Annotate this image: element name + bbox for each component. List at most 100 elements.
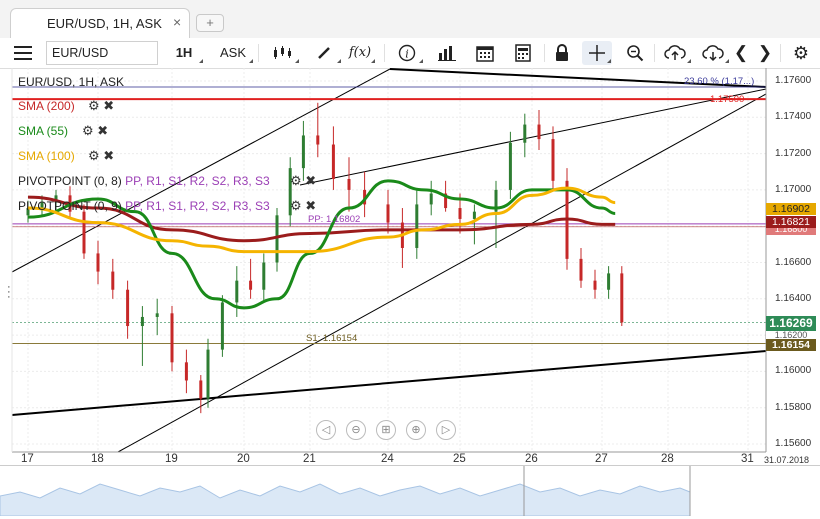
instrument-legend: EUR/USD, 1H, ASK — [18, 75, 125, 89]
s1-price-box: 1.16154 — [766, 339, 816, 351]
navigator-panel[interactable] — [0, 465, 820, 517]
zoom-icon[interactable] — [620, 41, 650, 65]
chart-tab[interactable]: EUR/USD, 1H, ASK × — [10, 8, 190, 38]
pivot8-legend[interactable]: PIVOTPOINT (0, 8) PP, R1, S1, R2, S2, R3… — [18, 174, 270, 188]
sma100-legend[interactable]: SMA (100) — [18, 149, 75, 163]
candle-body — [220, 302, 224, 350]
upload-icon[interactable] — [658, 41, 692, 65]
bar-chart-icon[interactable] — [432, 41, 462, 65]
candles — [26, 102, 624, 414]
navigator-area — [0, 483, 691, 517]
new-tab-button[interactable]: + — [196, 14, 224, 32]
settings-icon[interactable]: ⚙ — [290, 198, 302, 213]
candle-type-icon[interactable] — [264, 41, 300, 65]
remove-icon[interactable]: ✖ — [103, 148, 114, 163]
candle-body — [386, 204, 390, 223]
scroll-left-button[interactable]: ◁ — [316, 420, 336, 440]
candle-body — [155, 313, 159, 317]
timeframe-label: 1H — [175, 45, 193, 60]
candle-body — [199, 380, 203, 399]
candle-body — [301, 135, 305, 169]
x-axis-tick: 26 — [525, 453, 538, 465]
x-axis-tick: 20 — [237, 453, 250, 465]
remove-icon[interactable]: ✖ — [103, 98, 114, 113]
candle-body — [579, 258, 583, 281]
toolbar: EUR/USD 1H ASK f(x) i ❮ ❯ ⚙ — [0, 38, 820, 69]
calendar-icon[interactable] — [470, 41, 500, 65]
y-axis-tick: 1.15600 — [775, 438, 812, 449]
price-chart[interactable] — [0, 68, 820, 465]
symbol-input[interactable]: EUR/USD — [46, 41, 158, 65]
sma55-legend[interactable]: SMA (55) — [18, 124, 68, 138]
settings-icon[interactable]: ⚙ — [788, 41, 814, 65]
y-axis-tick: 1.17000 — [775, 183, 812, 195]
sma100-controls: ⚙ ✖ — [88, 148, 114, 164]
candle-body — [82, 211, 86, 254]
candle-body — [472, 211, 476, 219]
candle-body — [508, 142, 512, 190]
prev-icon[interactable]: ❮ — [732, 41, 750, 65]
candle-body — [206, 349, 210, 399]
x-axis-tick: 31 — [741, 453, 754, 465]
zoom-out-button[interactable]: ⊖ — [346, 420, 366, 440]
candle-body — [184, 362, 188, 381]
candle-body — [607, 273, 611, 290]
candle-body — [249, 280, 253, 290]
candle-body — [347, 179, 351, 190]
report-icon[interactable] — [508, 41, 538, 65]
y-axis-tick: 1.15800 — [775, 401, 812, 413]
channel-line-top — [299, 88, 767, 186]
settings-icon[interactable]: ⚙ — [88, 98, 100, 113]
close-tab-icon[interactable]: × — [173, 14, 181, 30]
drag-handle-icon[interactable]: · · · — [7, 282, 11, 303]
timeframe-select[interactable]: 1H — [164, 41, 204, 65]
scroll-right-button[interactable]: ▷ — [436, 420, 456, 440]
trend-lines — [11, 68, 767, 453]
trendline-lower-black — [11, 350, 767, 416]
info-icon[interactable]: i — [390, 41, 424, 65]
x-axis-tick: 19 — [165, 453, 178, 465]
y-axis-tick: 1.16000 — [775, 365, 812, 377]
download-icon[interactable] — [696, 41, 730, 65]
candle-body — [429, 193, 433, 205]
pivot9-levels: PP, R1, S1, R2, S2, R3, S3 — [125, 199, 270, 213]
next-icon[interactable]: ❯ — [756, 41, 774, 65]
settings-icon[interactable]: ⚙ — [88, 148, 100, 163]
svg-text:i: i — [405, 48, 409, 61]
candle-body — [593, 280, 597, 290]
candle-body — [523, 124, 527, 143]
remove-icon[interactable]: ✖ — [97, 123, 108, 138]
y-axis-tick: 1.16400 — [775, 292, 812, 304]
candle-body — [96, 253, 100, 272]
pencil-icon[interactable] — [306, 41, 342, 65]
sma55-controls: ⚙ ✖ — [82, 123, 108, 139]
candle-body — [235, 280, 239, 303]
pivot9-legend[interactable]: PIVOTPOINT (0, 9) PP, R1, S1, R2, S2, R3… — [18, 199, 270, 213]
candle-body — [537, 124, 541, 140]
sma200-legend[interactable]: SMA (200) — [18, 99, 75, 113]
crosshair-icon[interactable] — [582, 41, 612, 65]
fit-button[interactable]: ⊞ — [376, 420, 396, 440]
remove-icon[interactable]: ✖ — [305, 173, 316, 188]
channel-line-lower — [117, 93, 767, 453]
x-axis-tick: 28 — [661, 453, 674, 465]
s1-label: S1: 1.16154 — [306, 333, 358, 344]
side-select[interactable]: ASK — [212, 41, 254, 65]
lock-icon[interactable] — [548, 41, 576, 65]
red-level-label: 1.17500 — [710, 94, 745, 105]
sma200-controls: ⚙ ✖ — [88, 98, 114, 114]
settings-icon[interactable]: ⚙ — [82, 123, 94, 138]
candle-body — [415, 204, 419, 248]
candle-body — [316, 135, 320, 145]
fx-indicator-icon[interactable]: f(x) — [344, 41, 376, 65]
zoom-in-button[interactable]: ⊕ — [406, 420, 426, 440]
candle-body — [620, 273, 624, 323]
hamburger-menu-icon[interactable] — [8, 41, 38, 65]
settings-icon[interactable]: ⚙ — [290, 173, 302, 188]
x-axis-tick: 25 — [453, 453, 466, 465]
y-axis-tick: 1.17600 — [775, 75, 812, 86]
x-axis-tick: 27 — [595, 453, 608, 465]
y-axis-tick: 1.17200 — [775, 147, 812, 159]
side-label: ASK — [219, 45, 246, 60]
remove-icon[interactable]: ✖ — [305, 198, 316, 213]
